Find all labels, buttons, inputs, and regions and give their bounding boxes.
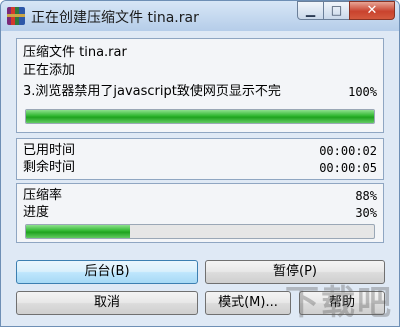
elapsed-time-value: 00:00:02 xyxy=(319,144,377,158)
ratio-row: 压缩率 88% xyxy=(23,188,377,204)
archive-name-label: 压缩文件 tina.rar xyxy=(23,45,377,61)
cancel-button[interactable]: 取消 xyxy=(16,291,198,315)
background-button[interactable]: 后台(B) xyxy=(16,260,198,284)
current-file-label: 3.浏览器禁用了javascript致使网页显示不完 xyxy=(23,84,281,99)
stats-panel: 压缩率 88% 进度 30% xyxy=(16,183,384,243)
mode-button[interactable]: 模式(M)... xyxy=(205,291,291,315)
progress-label: 进度 xyxy=(23,205,50,220)
file-progress-fill xyxy=(26,110,374,123)
close-button[interactable]: ✕ xyxy=(349,1,395,20)
elapsed-time-label: 已用时间 xyxy=(23,143,76,158)
time-panel: 已用时间 00:00:02 剩余时间 00:00:05 xyxy=(16,138,384,180)
winrar-icon xyxy=(7,7,25,25)
winrar-progress-window: 正在创建压缩文件 tina.rar ▁ □ ✕ 压缩文件 tina.rar 正在… xyxy=(0,0,400,327)
window-title: 正在创建压缩文件 tina.rar xyxy=(31,10,199,26)
watermark: 下载吧 xyxy=(285,283,393,323)
progress-value: 30% xyxy=(355,206,377,220)
file-percent: 100% xyxy=(348,85,377,99)
file-progress-bar xyxy=(25,109,375,124)
archive-name-text: 压缩文件 tina.rar xyxy=(23,45,127,60)
compression-ratio-label: 压缩率 xyxy=(23,188,63,203)
remaining-time-row: 剩余时间 00:00:05 xyxy=(23,160,377,176)
remaining-time-label: 剩余时间 xyxy=(23,160,76,175)
total-progress-fill xyxy=(26,225,131,238)
maximize-button[interactable]: □ xyxy=(323,1,350,20)
progress-row: 进度 30% xyxy=(23,205,377,221)
file-status-panel: 压缩文件 tina.rar 正在添加 3.浏览器禁用了javascript致使网… xyxy=(16,38,384,133)
action-label: 正在添加 xyxy=(23,63,76,78)
total-progress-bar xyxy=(25,224,375,239)
minimize-button[interactable]: ▁ xyxy=(297,1,324,20)
title-bar[interactable]: 正在创建压缩文件 tina.rar ▁ □ ✕ xyxy=(1,1,399,31)
remaining-time-value: 00:00:05 xyxy=(319,161,377,175)
compression-ratio-value: 88% xyxy=(355,189,377,203)
elapsed-time-row: 已用时间 00:00:02 xyxy=(23,143,377,159)
